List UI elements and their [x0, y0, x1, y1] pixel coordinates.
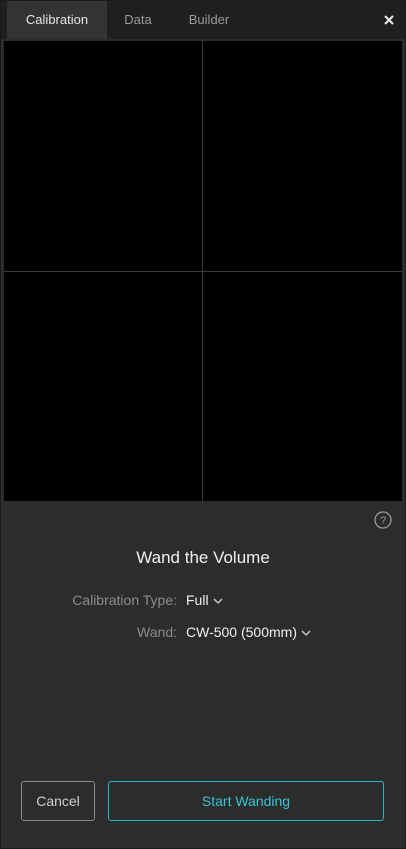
chevron-down-icon	[301, 630, 311, 637]
chevron-down-icon	[213, 598, 223, 605]
calibration-type-label: Calibration Type:	[72, 592, 177, 608]
page-title: Wand the Volume	[136, 548, 270, 567]
calibration-panel: Calibration Data Builder ? Wand the Volu…	[0, 0, 406, 849]
help-icon: ?	[374, 511, 392, 529]
help-button[interactable]: ?	[373, 510, 393, 530]
camera-view-4[interactable]	[203, 272, 402, 501]
tab-calibration[interactable]: Calibration	[7, 1, 107, 39]
svg-text:?: ?	[380, 515, 386, 527]
cancel-button[interactable]: Cancel	[21, 781, 95, 821]
wand-value: CW-500 (500mm)	[186, 624, 297, 640]
camera-view-1[interactable]	[4, 41, 202, 271]
start-wanding-button[interactable]: Start Wanding	[108, 781, 384, 821]
calibration-type-value: Full	[186, 592, 209, 608]
camera-view-2[interactable]	[203, 41, 402, 271]
close-icon	[384, 15, 394, 25]
close-button[interactable]	[379, 10, 399, 30]
camera-view-3[interactable]	[4, 272, 202, 501]
wand-dropdown[interactable]: CW-500 (500mm)	[186, 624, 311, 640]
tab-data[interactable]: Data	[107, 1, 169, 39]
tab-bar: Calibration Data Builder	[1, 1, 405, 39]
calibration-type-dropdown[interactable]: Full	[186, 592, 223, 608]
wand-label: Wand:	[137, 624, 177, 640]
camera-viewport-grid[interactable]	[4, 41, 402, 501]
tab-builder[interactable]: Builder	[171, 1, 247, 39]
grid-divider-horizontal	[4, 271, 402, 272]
